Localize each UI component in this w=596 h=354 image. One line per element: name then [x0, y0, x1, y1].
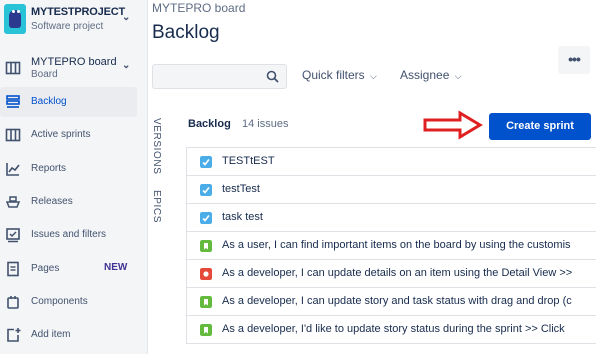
sidebar-item-issues-and-filters[interactable]: Issues and filters	[0, 220, 137, 250]
sidebar-item-label: Reports	[31, 163, 67, 174]
sidebar-item-backlog[interactable]: Backlog	[0, 87, 137, 117]
issue-summary: As a developer, I'd like to update story…	[222, 323, 565, 335]
chevron-down-icon: ⌵	[370, 71, 377, 81]
sidebar-item-reports[interactable]: Reports	[0, 154, 137, 184]
sidebar-item-label: Components	[31, 296, 88, 307]
ship-icon	[5, 196, 21, 208]
more-actions-button[interactable]: •••	[558, 46, 590, 74]
tab-versions[interactable]: VERSIONS	[151, 118, 162, 174]
backlog-icon	[6, 95, 20, 108]
sidebar-item-label: Backlog	[31, 96, 67, 107]
sidebar-item-label: Releases	[31, 196, 73, 207]
issue-row[interactable]: task test	[186, 204, 596, 232]
issue-row[interactable]: As a user, I can find important items on…	[186, 232, 596, 260]
assignee-dropdown[interactable]: Assignee ⌵	[400, 68, 462, 82]
robot-icon	[4, 4, 26, 34]
issue-list: TESTtEST testTest task test As a user, I…	[186, 147, 596, 344]
search-input[interactable]	[157, 67, 262, 86]
project-name: MYTESTPROJECT	[31, 6, 125, 18]
issue-summary: testTest	[222, 183, 260, 195]
issue-row[interactable]: As a developer, I can update details on …	[186, 260, 596, 288]
chevron-down-icon: ⌵	[454, 71, 462, 81]
breadcrumb[interactable]: MYTEPRO board	[152, 1, 245, 15]
project-header[interactable]: MYTESTPROJECT Software project ⌄	[0, 0, 148, 44]
page-title: Backlog	[152, 22, 220, 43]
project-type: Software project	[31, 21, 104, 32]
issue-count: 14 issues	[242, 118, 289, 130]
sidebar-item-active-sprints[interactable]: Active sprints	[0, 120, 137, 150]
new-badge: NEW	[104, 262, 128, 273]
sidebar-item-add-item[interactable]: Add item	[0, 320, 137, 350]
board-type: Board	[31, 69, 58, 80]
issue-row[interactable]: As a developer, I'd like to update story…	[186, 316, 596, 344]
columns-icon	[5, 128, 21, 142]
annotation-arrow-icon	[423, 110, 483, 140]
assignee-label: Assignee	[400, 68, 450, 82]
task-type-icon	[200, 212, 212, 224]
search-box[interactable]	[152, 64, 287, 89]
chevron-down-icon[interactable]: ⌄	[122, 12, 130, 23]
create-sprint-button[interactable]: Create sprint	[489, 113, 591, 140]
side-tabs: VERSIONS EPICS	[151, 112, 169, 352]
issue-summary: TESTtEST	[222, 155, 275, 167]
quick-filters-label: Quick filters	[302, 68, 365, 82]
issue-summary: As a developer, I can update story and t…	[222, 295, 572, 307]
board-name: MYTEPRO board	[31, 56, 117, 68]
sidebar-item-label: Add item	[31, 329, 71, 340]
sidebar-item-label: Active sprints	[31, 129, 91, 140]
board-icon	[5, 61, 21, 75]
story-type-icon	[200, 324, 212, 336]
issue-row[interactable]: TESTtEST	[186, 148, 596, 176]
sidebar-item-label: Pages	[31, 263, 60, 274]
chevron-down-icon[interactable]: ⌄	[122, 60, 130, 71]
sidebar-item-components[interactable]: Components	[0, 287, 137, 317]
issue-row[interactable]: As a developer, I can update story and t…	[186, 288, 596, 316]
tab-epics[interactable]: EPICS	[151, 190, 162, 223]
task-type-icon	[200, 184, 212, 196]
board-selector[interactable]: MYTEPRO board Board ⌄	[0, 54, 148, 84]
search-icon	[266, 70, 279, 83]
task-type-icon	[200, 156, 212, 168]
issues-icon	[6, 228, 20, 243]
issue-row[interactable]: testTest	[186, 176, 596, 204]
add-item-icon	[7, 328, 21, 342]
backlog-heading: Backlog	[188, 118, 231, 130]
story-type-icon	[200, 296, 212, 308]
issue-summary: As a developer, I can update details on …	[222, 267, 573, 279]
reports-icon	[6, 163, 20, 176]
issue-summary: As a user, I can find important items on…	[222, 239, 571, 251]
page-icon	[7, 261, 19, 277]
component-icon	[7, 296, 19, 309]
sidebar-item-releases[interactable]: Releases	[0, 187, 137, 217]
sidebar-item-pages[interactable]: Pages NEW	[0, 254, 137, 284]
sidebar-item-label: Issues and filters	[31, 229, 107, 240]
quick-filters-dropdown[interactable]: Quick filters ⌵	[302, 68, 377, 82]
issue-summary: task test	[222, 211, 263, 223]
story-type-icon	[200, 240, 212, 252]
bug-type-icon	[200, 268, 212, 280]
sidebar: MYTESTPROJECT Software project ⌄ MYTEPRO…	[0, 0, 148, 354]
